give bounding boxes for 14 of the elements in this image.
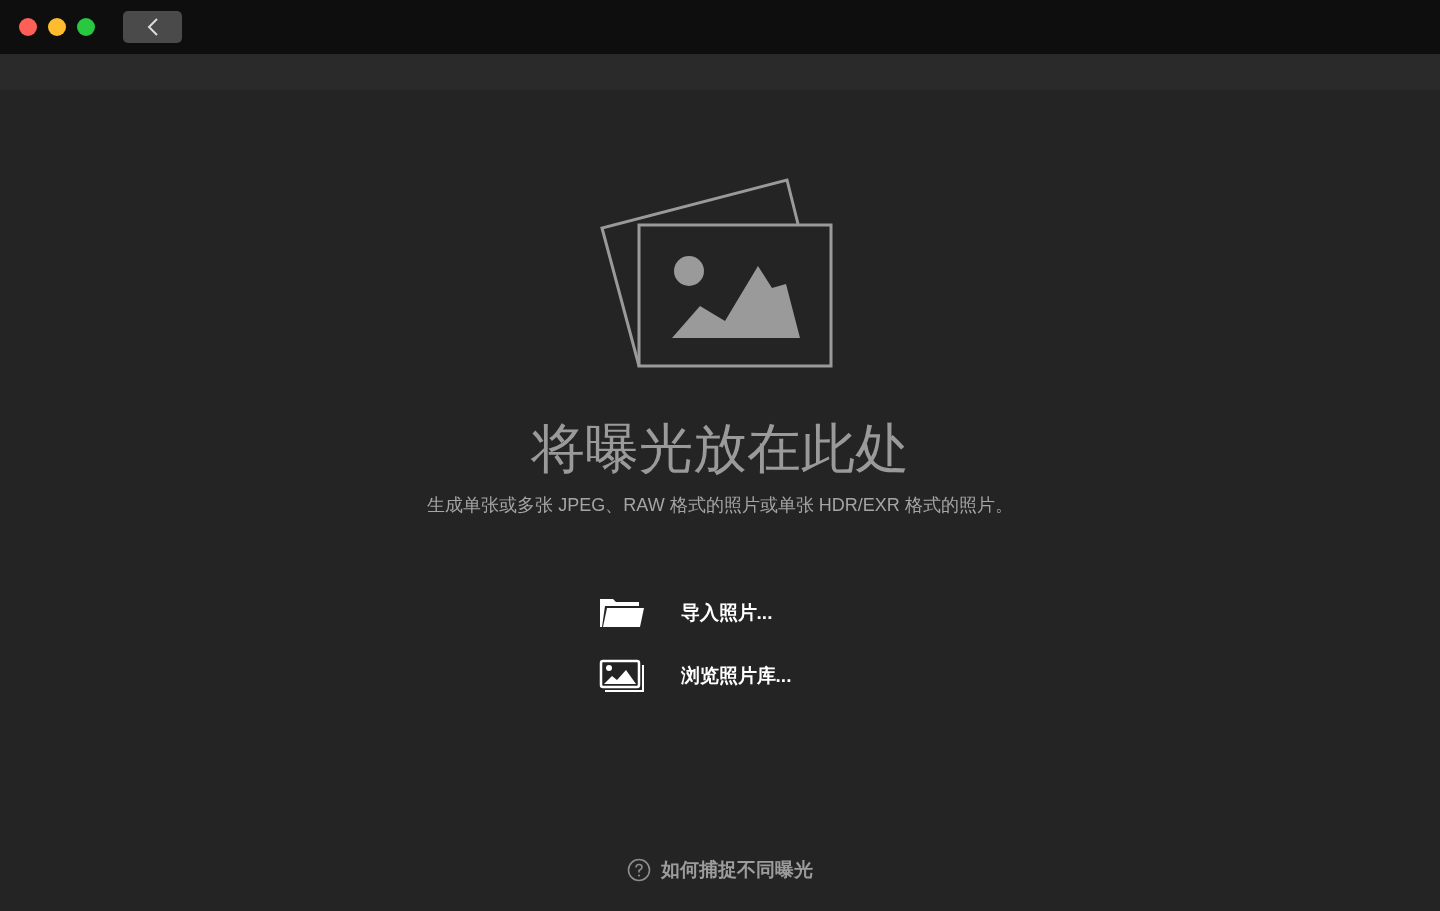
drop-zone-title: 将曝光放在此处	[531, 417, 909, 480]
chevron-left-icon	[145, 17, 160, 37]
zoom-button[interactable]	[77, 18, 95, 36]
minimize-button[interactable]	[48, 18, 66, 36]
folder-icon[interactable]	[598, 596, 645, 629]
close-button[interactable]	[19, 18, 37, 36]
action-link[interactable]: 导入照片...	[680, 599, 773, 626]
photo-stack-icon[interactable]	[598, 658, 645, 693]
drop-zone-subtitle: 生成单张或多张 JPEG、RAW 格式的照片或单张 HDR/EXR 格式的照片。	[427, 493, 1013, 517]
help-link[interactable]: 如何捕捉不同曝光	[661, 857, 813, 883]
back-button[interactable]	[123, 11, 182, 43]
action-link[interactable]: 浏览照片库...	[680, 662, 792, 689]
help-icon[interactable]	[627, 858, 651, 882]
photos-icon	[600, 178, 836, 370]
